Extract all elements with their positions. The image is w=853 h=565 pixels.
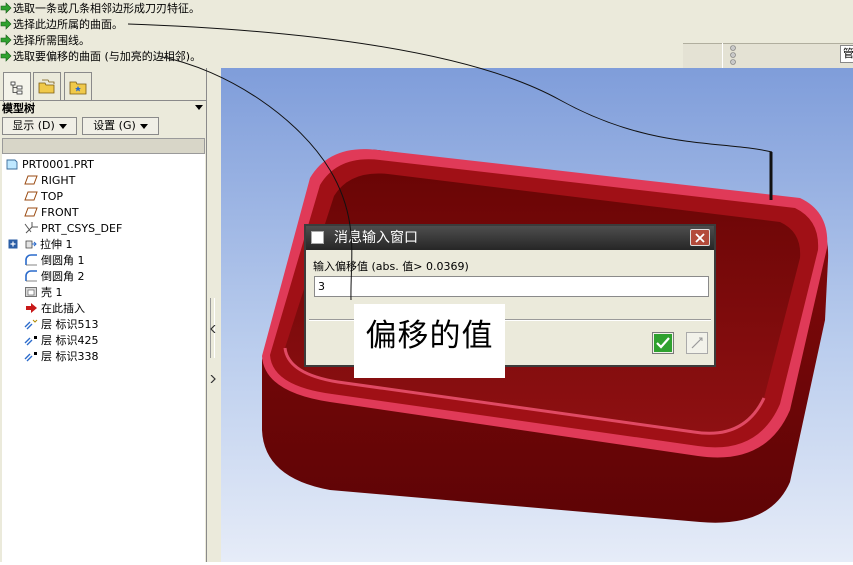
folder-icon (38, 79, 55, 93)
close-button[interactable] (690, 229, 710, 246)
accept-button[interactable] (652, 332, 674, 354)
tree-item-round-1[interactable]: 倒圆角 1 (24, 252, 85, 268)
chevron-down-icon (139, 123, 148, 129)
message-line: 选择此边所属的曲面。 (0, 16, 123, 32)
tree-item-layer-513[interactable]: 层 标识513 (24, 316, 99, 332)
message-text: 选择所需围线。 (13, 34, 90, 47)
shell-icon (25, 287, 37, 297)
message-arrow-icon (0, 34, 12, 46)
message-line: 选取一条或几条相邻边形成刀刃特征。 (0, 0, 200, 16)
tab-favorites[interactable] (64, 72, 92, 100)
tree-item-insert-here[interactable]: 在此插入 (24, 300, 85, 316)
message-arrow-icon (0, 2, 12, 14)
status-light-icon (730, 45, 736, 65)
message-line: 选择所需围线。 (0, 32, 90, 48)
message-text: 选取要偏移的曲面 (与加亮的边相邻)。 (13, 50, 202, 63)
tree-item-right[interactable]: RIGHT (24, 172, 75, 188)
panel-splitter[interactable] (207, 68, 221, 562)
tree-item-top[interactable]: TOP (24, 188, 63, 204)
tree-item-extrude[interactable]: 拉伸 1 (8, 236, 73, 252)
tree-item-layer-425[interactable]: 层 标识425 (24, 332, 99, 348)
status-divider (722, 43, 723, 68)
datum-plane-icon (24, 191, 38, 201)
tree-column-header (2, 138, 205, 154)
datum-plane-icon (24, 207, 38, 217)
message-line: 选取要偏移的曲面 (与加亮的边相邻)。 (0, 48, 201, 64)
layer-icon (24, 319, 38, 330)
round-icon (25, 254, 37, 266)
settings-menu-button[interactable]: 设置 (G) (82, 117, 159, 135)
tree-item-round-2[interactable]: 倒圆角 2 (24, 268, 85, 284)
message-arrow-icon (0, 18, 12, 30)
status-bar (683, 43, 853, 68)
message-text: 选择此边所属的曲面。 (13, 18, 123, 31)
tab-model-tree[interactable] (3, 72, 31, 102)
expand-right-icon[interactable] (210, 375, 216, 383)
tree-item-csys[interactable]: PRT_CSYS_DEF (24, 220, 122, 236)
datum-plane-icon (24, 175, 38, 185)
dialog-titlebar[interactable]: 消息输入窗口 (306, 226, 714, 250)
chevron-down-icon (58, 123, 67, 129)
message-area: 选取一条或几条相邻边形成刀刃特征。 选择此边所属的曲面。 选择所需围线。 选取要… (0, 0, 853, 68)
collapse-left-icon[interactable] (210, 325, 216, 333)
checkmark-icon (654, 334, 672, 352)
annotation-text: 偏移的值 (365, 318, 494, 354)
filter-field[interactable]: 管 (840, 45, 853, 63)
tree-item-layer-338[interactable]: 层 标识338 (24, 348, 99, 364)
layer-icon (24, 336, 37, 346)
tree-item-shell[interactable]: 壳 1 (24, 284, 63, 300)
message-arrow-icon (0, 50, 12, 62)
tree-item-part[interactable]: PRT0001.PRT (5, 156, 94, 172)
expand-icon[interactable] (8, 239, 18, 249)
annotation-callout: 偏移的值 (354, 304, 505, 378)
extrude-icon (25, 240, 37, 249)
part-icon (6, 159, 18, 170)
layer-icon (24, 352, 37, 362)
csys-icon (24, 222, 38, 234)
dialog-icon (311, 231, 324, 244)
navigator-tabs (0, 72, 207, 102)
offset-value-input[interactable]: 3 (314, 276, 709, 297)
message-text: 选取一条或几条相邻边形成刀刃特征。 (13, 2, 200, 15)
cancel-icon (691, 337, 703, 349)
model-tree-title: 模型树 (0, 100, 207, 116)
dialog-title: 消息输入窗口 (334, 230, 418, 246)
tab-folder-browser[interactable] (33, 72, 61, 100)
insert-here-icon (26, 303, 37, 313)
tree-item-front[interactable]: FRONT (24, 204, 79, 220)
round-icon (25, 270, 37, 282)
close-icon (695, 233, 705, 243)
show-menu-button[interactable]: 显示 (D) (2, 117, 77, 135)
model-tree: PRT0001.PRT RIGHT TOP FRONT PRT_CSYS_DEF… (2, 154, 205, 562)
model-tree-icon (10, 81, 23, 94)
cancel-button[interactable] (686, 332, 708, 354)
favorites-icon (69, 81, 87, 94)
navigator-panel: 模型树 显示 (D) 设置 (G) PRT0001.PRT RIGHT TOP … (0, 68, 207, 562)
dialog-prompt: 输入偏移值 (abs. 值> 0.0369) (313, 260, 469, 273)
panel-menu-icon[interactable] (195, 105, 203, 110)
